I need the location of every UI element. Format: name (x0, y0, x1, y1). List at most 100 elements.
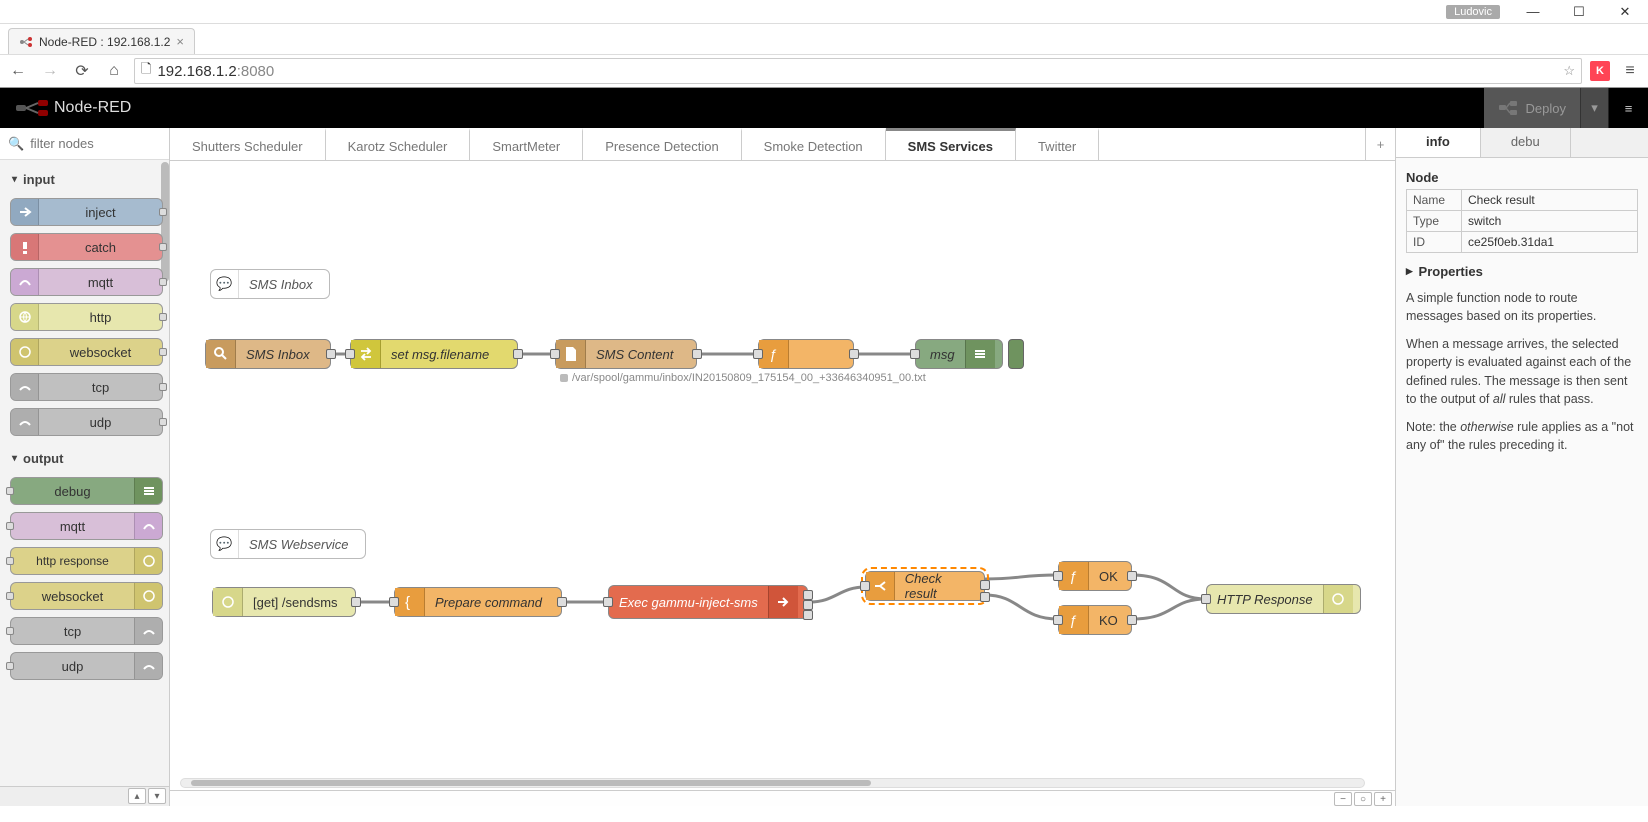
url-host: 192.168.1.2 (157, 63, 236, 80)
palette-node-websocket-out[interactable]: websocket (10, 582, 163, 610)
zoom-out-button[interactable]: − (1334, 792, 1352, 806)
bridge-icon (134, 513, 162, 539)
minimize-button[interactable]: — (1510, 0, 1556, 24)
node-label: SMS Inbox (236, 347, 320, 362)
palette-node-label: http response (11, 554, 134, 568)
inject-icon (11, 199, 39, 225)
palette-collapse-down[interactable]: ▾ (148, 788, 166, 804)
node-exec[interactable]: Exec gammu-inject-sms (608, 585, 808, 619)
tab-sms-services[interactable]: SMS Services (886, 128, 1016, 160)
chrome-menu-icon[interactable]: ≡ (1618, 59, 1642, 83)
deploy-dropdown[interactable]: ▾ (1580, 88, 1608, 128)
tab-close-icon[interactable]: × (176, 34, 184, 49)
palette-node-mqtt-in[interactable]: mqtt (10, 268, 163, 296)
logo-icon (16, 99, 46, 117)
tab-smartmeter[interactable]: SmartMeter (470, 128, 583, 160)
palette-node-tcp-out[interactable]: tcp (10, 617, 163, 645)
info-type-label: Type (1407, 211, 1462, 232)
palette-node-websocket-in[interactable]: websocket (10, 338, 163, 366)
tab-shutters[interactable]: Shutters Scheduler (170, 128, 326, 160)
tab-twitter[interactable]: Twitter (1016, 128, 1099, 160)
wires-layer (170, 161, 1395, 790)
node-sms-inbox-watch[interactable]: SMS Inbox (205, 339, 331, 369)
table-row: NameCheck result (1407, 190, 1638, 211)
palette-node-udp-out[interactable]: udp (10, 652, 163, 680)
palette-node-label: catch (39, 240, 162, 255)
file-icon (556, 340, 586, 368)
node-status: /var/spool/gammu/inbox/IN20150809_175154… (560, 372, 926, 384)
node-check-result[interactable]: Check result (865, 571, 985, 601)
node-prepare-command[interactable]: { Prepare command (394, 587, 562, 617)
palette-category-input[interactable]: ▾input (10, 164, 163, 191)
deploy-button[interactable]: Deploy (1484, 88, 1580, 128)
palette-node-label: mqtt (39, 275, 162, 290)
comment-node[interactable]: 💬 SMS Inbox (210, 269, 330, 299)
tab-karotz[interactable]: Karotz Scheduler (326, 128, 471, 160)
swap-icon (351, 340, 381, 368)
globe-icon (134, 548, 162, 574)
reload-button[interactable]: ⟳ (70, 59, 94, 83)
node-http-response[interactable]: HTTP Response (1206, 584, 1361, 614)
extension-icon[interactable]: K (1590, 61, 1610, 81)
browser-tab[interactable]: Node-RED : 192.168.1.2 × (8, 28, 195, 54)
palette-node-inject[interactable]: inject (10, 198, 163, 226)
canvas-footer: − ○ + (170, 790, 1395, 806)
main-menu-button[interactable]: ≡ (1608, 88, 1648, 128)
node-label: SMS Content (586, 347, 683, 362)
url-input[interactable]: 🗋 192.168.1.2:8080 ☆ (134, 58, 1582, 84)
node-function-blank[interactable]: ƒ (758, 339, 854, 369)
palette-node-label: udp (39, 415, 162, 430)
sidebar-body: Node NameCheck result Typeswitch IDce25f… (1396, 158, 1648, 472)
node-http-in[interactable]: [get] /sendsms (212, 587, 356, 617)
page-icon: 🗋 (141, 60, 151, 82)
palette-filter-input[interactable] (30, 136, 161, 151)
function-icon: ƒ (1059, 606, 1089, 634)
palette-node-catch[interactable]: catch (10, 233, 163, 261)
back-button[interactable]: ← (6, 59, 30, 83)
svg-text:ƒ: ƒ (769, 346, 777, 362)
info-type-value: switch (1462, 211, 1638, 232)
home-button[interactable]: ⌂ (102, 59, 126, 83)
forward-button[interactable]: → (38, 59, 62, 83)
zoom-in-button[interactable]: + (1374, 792, 1392, 806)
info-name-value: Check result (1462, 190, 1638, 211)
flow-canvas[interactable]: 💬 SMS Inbox SMS Inbox set msg.filename (170, 161, 1395, 790)
node-set-filename[interactable]: set msg.filename (350, 339, 518, 369)
sidebar-tab-debug[interactable]: debu (1481, 128, 1571, 157)
arrow-right-icon (768, 586, 798, 618)
palette-node-debug[interactable]: debug (10, 477, 163, 505)
palette-node-http-response[interactable]: http response (10, 547, 163, 575)
comment-icon: 💬 (211, 530, 239, 558)
comment-node[interactable]: 💬 SMS Webservice (210, 529, 366, 559)
node-label: msg (916, 347, 965, 362)
zoom-reset-button[interactable]: ○ (1354, 792, 1372, 806)
palette-node-tcp-in[interactable]: tcp (10, 373, 163, 401)
sidebar-tab-info[interactable]: info (1396, 128, 1481, 157)
palette-node-mqtt-out[interactable]: mqtt (10, 512, 163, 540)
canvas-scrollbar-h[interactable] (180, 778, 1365, 788)
tab-presence[interactable]: Presence Detection (583, 128, 741, 160)
debug-toggle-button[interactable] (1008, 339, 1024, 369)
maximize-button[interactable]: ☐ (1556, 0, 1602, 24)
info-paragraph: Note: the otherwise rule applies as a "n… (1406, 418, 1638, 454)
tab-add-button[interactable]: + (1365, 128, 1395, 160)
palette-node-http-in[interactable]: http (10, 303, 163, 331)
close-window-button[interactable]: ✕ (1602, 0, 1648, 24)
palette-node-udp-in[interactable]: udp (10, 408, 163, 436)
node-sms-content[interactable]: SMS Content (555, 339, 697, 369)
bookmark-star-icon[interactable]: ☆ (1563, 63, 1575, 79)
bridge-icon (11, 269, 39, 295)
node-debug-msg[interactable]: msg (915, 339, 1003, 369)
palette-collapse-up[interactable]: ▴ (128, 788, 146, 804)
node-label: KO (1089, 613, 1128, 628)
properties-header[interactable]: ▸Properties (1406, 263, 1638, 279)
node-ok[interactable]: ƒ OK (1058, 561, 1132, 591)
tab-smoke[interactable]: Smoke Detection (742, 128, 886, 160)
palette-category-output[interactable]: ▾output (10, 443, 163, 470)
url-port: :8080 (237, 63, 275, 80)
browser-tab-bar: Node-RED : 192.168.1.2 × (0, 24, 1648, 54)
palette-scroll: ▾input inject catch mqtt http websocket … (0, 160, 169, 786)
node-ko[interactable]: ƒ KO (1058, 605, 1132, 635)
info-section-node: Node (1406, 170, 1638, 185)
bridge-icon (134, 618, 162, 644)
